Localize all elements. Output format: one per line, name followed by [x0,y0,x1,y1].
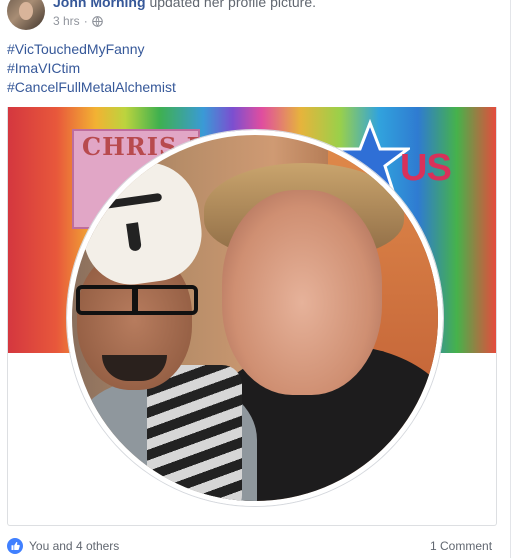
avatar-face [19,2,33,20]
person-right-face [222,190,382,395]
like-icon [7,538,23,554]
avatar[interactable] [7,0,45,30]
profile-picture[interactable] [67,130,443,506]
author-name-link[interactable]: John Morning [53,0,146,10]
comments-count-link[interactable]: 1 Comment [430,539,492,553]
post-action-text: updated her profile picture. [149,0,316,10]
reactions-text: You and 4 others [29,539,120,553]
globe-icon[interactable] [91,15,103,27]
hashtag-link[interactable]: #ImaVICtim [7,59,176,78]
meta-separator: · [83,14,88,28]
divider [510,0,511,558]
post-header: John Morning updated her profile picture… [53,0,316,11]
striped-scarf [147,365,242,501]
post-card: John Morning updated her profile picture… [0,0,515,558]
post-hashtags: #VicTouchedMyFanny #ImaVICtim #CancelFul… [7,40,176,97]
timestamp-link[interactable]: 3 hrs [53,13,80,29]
hashtag-link[interactable]: #VicTouchedMyFanny [7,40,176,59]
reactions-summary[interactable]: You and 4 others [7,538,119,554]
hashtag-link[interactable]: #CancelFullMetalAlchemist [7,78,176,97]
post-meta: 3 hrs · [53,13,103,29]
glasses-bridge [132,285,138,315]
